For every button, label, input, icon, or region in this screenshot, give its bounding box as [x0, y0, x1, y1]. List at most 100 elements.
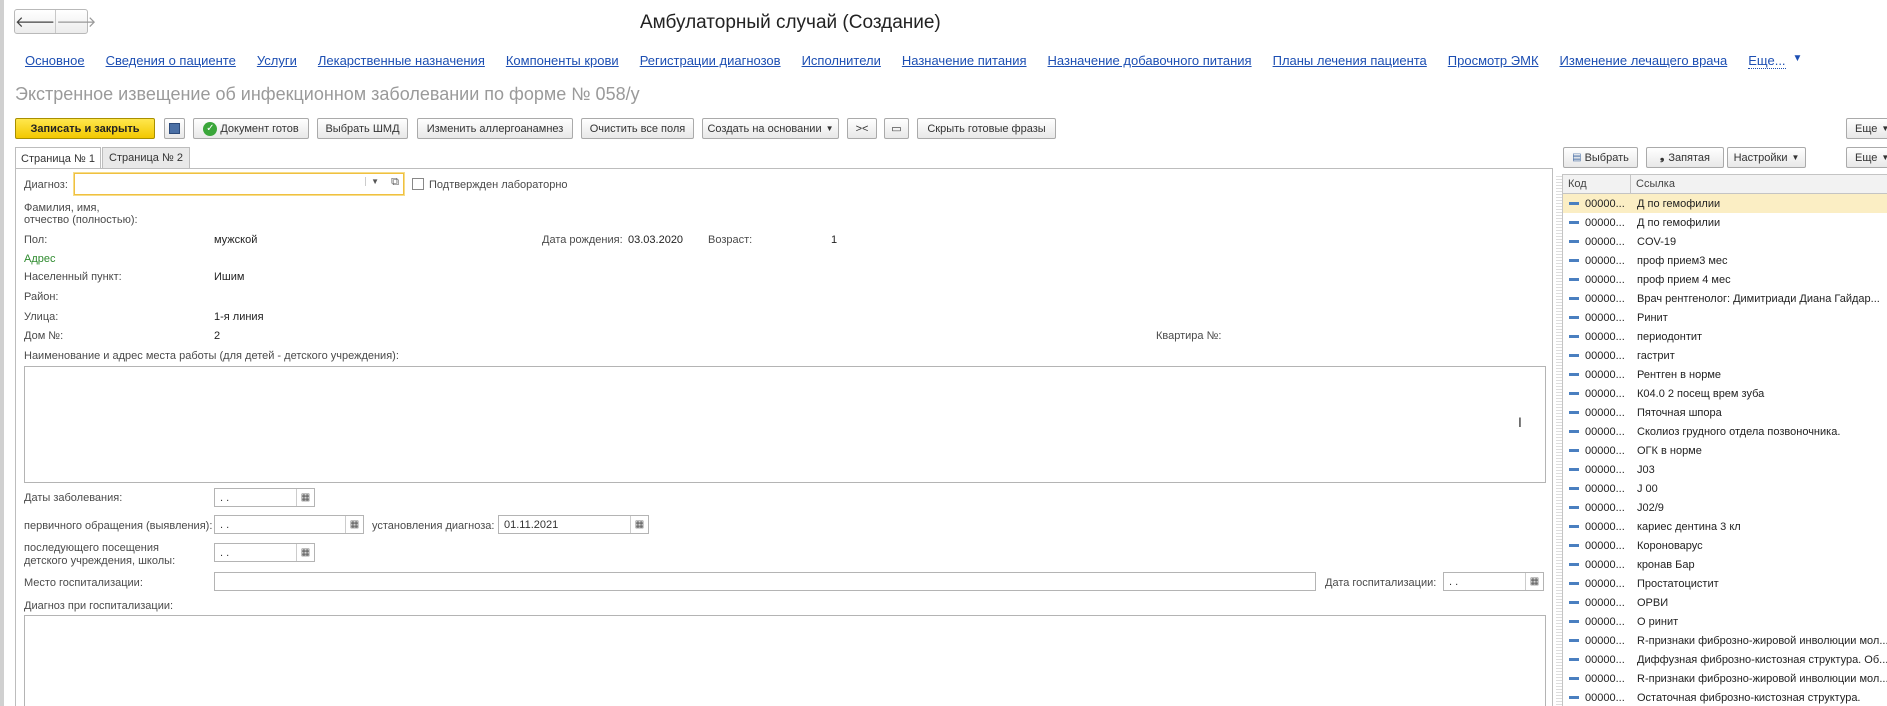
create-based-on-button[interactable]: Создать на основании ▼ [702, 118, 839, 139]
table-row[interactable]: 00000... COV-19 [1563, 232, 1887, 251]
check-icon: ✓ [203, 121, 218, 136]
tab-page-2[interactable]: Страница № 2 [102, 147, 190, 168]
window-left-edge [0, 0, 4, 706]
table-row[interactable]: 00000... К04.0 2 посещ врем зуба [1563, 384, 1887, 403]
row-code: 00000... [1563, 479, 1631, 498]
calendar-icon[interactable]: ▦ [1525, 573, 1543, 590]
open-icon[interactable]: ⧉ [391, 176, 399, 189]
back-arrow-icon[interactable]: 🡐 [15, 10, 55, 33]
row-link: Д по гемофилии [1637, 197, 1721, 210]
link-performers[interactable]: Исполнители [802, 53, 881, 69]
lab-confirmed-checkbox[interactable] [412, 178, 424, 190]
item-icon [1569, 278, 1579, 281]
table-row[interactable]: 00000... Короноварус [1563, 536, 1887, 555]
forward-arrow-icon[interactable]: 🡒 [55, 10, 96, 33]
table-row[interactable]: 00000... Диффузная фиброзно-кистозная стр… [1563, 650, 1887, 669]
calendar-icon[interactable]: ▦ [296, 544, 314, 561]
last-visit-date-input[interactable]: . . ▦ [214, 543, 315, 562]
table-row[interactable]: 00000... кариес дентина 3 кл [1563, 517, 1887, 536]
row-code: 00000... [1563, 460, 1631, 479]
link-diagnosis-registrations[interactable]: Регистрации диагнозов [640, 53, 781, 69]
choose-shmd-button[interactable]: Выбрать ШМД [317, 118, 408, 139]
save-and-close-button[interactable]: Записать и закрыть [15, 118, 155, 139]
item-icon [1569, 240, 1579, 243]
table-row[interactable]: 00000... R-признаки фиброзно-жировой инво… [1563, 669, 1887, 688]
dropdown-arrow-icon[interactable]: ▼ [365, 177, 379, 186]
choose-button[interactable]: ▤ Выбрать [1563, 147, 1638, 168]
column-link[interactable]: Ссылка [1631, 175, 1675, 193]
link-view-emk[interactable]: Просмотр ЭМК [1448, 53, 1539, 69]
hospitalization-date-input[interactable]: . . ▦ [1443, 572, 1544, 591]
table-row[interactable]: 00000... R-признаки фиброзно-жировой инво… [1563, 631, 1887, 650]
link-treatment-plans[interactable]: Планы лечения пациента [1273, 53, 1427, 69]
address-header: Адрес [24, 253, 56, 265]
table-row[interactable]: 00000... Остаточная фиброзно-кистозная ст… [1563, 688, 1887, 706]
table-row[interactable]: 00000... Простатоцистит [1563, 574, 1887, 593]
diagnosis-input[interactable]: ▼ ⧉ [74, 173, 404, 195]
table-row[interactable]: 00000... гастрит [1563, 346, 1887, 365]
diagnosis-date-label: установления диагноза: [372, 520, 495, 532]
table-row[interactable]: 00000... Врач рентгенолог: Димитриади Диа… [1563, 289, 1887, 308]
table-row[interactable]: 00000... проф прием3 мес [1563, 251, 1887, 270]
table-row[interactable]: 00000... Сколиоз грудного отдела позвоноч… [1563, 422, 1887, 441]
table-row[interactable]: 00000... периодонтит [1563, 327, 1887, 346]
link-drug-prescriptions[interactable]: Лекарственные назначения [318, 53, 485, 69]
comma-button[interactable]: ❟ Запятая [1646, 147, 1724, 168]
hospitalization-place-input[interactable] [214, 572, 1316, 591]
swap-button[interactable]: >< [847, 118, 877, 139]
chevron-down-icon[interactable]: ▼ [1793, 53, 1803, 69]
panel-more-button[interactable]: Еще ▼ [1846, 147, 1887, 168]
table-row[interactable]: 00000... J02/9 [1563, 498, 1887, 517]
diagnosis-date-input[interactable]: 01.11.2021 ▦ [498, 515, 649, 534]
row-code: 00000... [1563, 574, 1631, 593]
link-services[interactable]: Услуги [257, 53, 297, 69]
row-code: 00000... [1563, 270, 1631, 289]
link-main[interactable]: Основное [25, 53, 85, 69]
table-row[interactable]: 00000... Д по гемофилии [1563, 213, 1887, 232]
comment-icon[interactable]: ▭ [884, 118, 909, 139]
table-row[interactable]: 00000... Ринит [1563, 308, 1887, 327]
table-row[interactable]: 00000... Пяточная шпора [1563, 403, 1887, 422]
table-row[interactable]: 00000... Д по гемофилии [1563, 194, 1887, 213]
document-ready-button[interactable]: ✓ Документ готов [193, 118, 309, 139]
calendar-icon[interactable]: ▦ [296, 489, 314, 506]
hide-ready-phrases-button[interactable]: Скрыть готовые фразы [917, 118, 1056, 139]
clear-all-fields-button[interactable]: Очистить все поля [581, 118, 694, 139]
row-link: Диффузная фиброзно-кистозная структура. … [1637, 653, 1887, 666]
row-link: кариес дентина 3 кл [1637, 520, 1741, 533]
tab-page-1[interactable]: Страница № 1 [15, 147, 101, 169]
save-icon[interactable] [164, 118, 185, 139]
link-patient-info[interactable]: Сведения о пациенте [106, 53, 236, 69]
workplace-textarea[interactable]: I [24, 366, 1546, 483]
link-change-doctor[interactable]: Изменение лечащего врача [1560, 53, 1728, 69]
link-additional-nutrition[interactable]: Назначение добавочного питания [1048, 53, 1252, 69]
table-row[interactable]: 00000... Рентген в норме [1563, 365, 1887, 384]
choose-label: Выбрать [1584, 151, 1629, 164]
link-nutrition[interactable]: Назначение питания [902, 53, 1027, 69]
disease-date-input[interactable]: . . ▦ [214, 488, 315, 507]
table-row[interactable]: 00000... проф прием 4 мес [1563, 270, 1887, 289]
table-row[interactable]: 00000... ОРВИ [1563, 593, 1887, 612]
toolbar-more-button[interactable]: Еще ▼ [1846, 118, 1887, 139]
item-icon [1569, 696, 1579, 699]
column-code[interactable]: Код [1563, 175, 1631, 193]
table-row[interactable]: 00000... ОГК в норме [1563, 441, 1887, 460]
table-header: Код Ссылка [1563, 175, 1887, 194]
first-visit-date-input[interactable]: . . ▦ [214, 515, 364, 534]
document-ready-label: Документ готов [220, 122, 299, 135]
settings-button[interactable]: Настройки ▼ [1727, 147, 1806, 168]
row-code-text: 00000... [1585, 558, 1625, 571]
link-blood-components[interactable]: Компоненты крови [506, 53, 619, 69]
hospitalization-diagnosis-textarea[interactable] [24, 615, 1546, 706]
table-row[interactable]: 00000... J 00 [1563, 479, 1887, 498]
calendar-icon[interactable]: ▦ [345, 516, 363, 533]
calendar-icon[interactable]: ▦ [630, 516, 648, 533]
link-more[interactable]: Еще... [1748, 53, 1786, 69]
table-row[interactable]: 00000... J03 [1563, 460, 1887, 479]
table-row[interactable]: 00000... кронав Бар [1563, 555, 1887, 574]
row-code: 00000... [1563, 631, 1631, 650]
house-value: 2 [214, 330, 221, 342]
change-allergoanamnesis-button[interactable]: Изменить аллергоанамнез [417, 118, 573, 139]
diagnosis-label: Диагноз: [24, 179, 68, 191]
table-row[interactable]: 00000... О ринит [1563, 612, 1887, 631]
